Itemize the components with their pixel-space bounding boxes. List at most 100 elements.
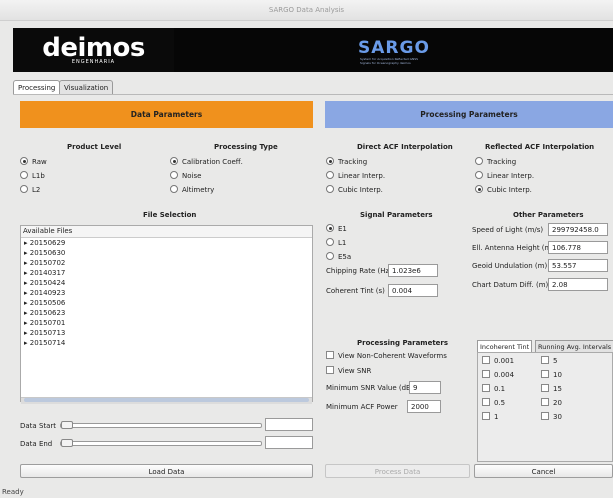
checkbox-icon bbox=[541, 398, 549, 406]
checkbox-icon bbox=[482, 412, 490, 420]
view-snr-checkbox[interactable]: View SNR bbox=[326, 366, 371, 375]
radio-l1[interactable]: L1 bbox=[326, 238, 346, 247]
antenna-height-field[interactable]: 106.778 bbox=[548, 241, 608, 254]
min-snr-field[interactable]: 9 bbox=[409, 381, 441, 394]
running-avg-checkbox[interactable]: 10 bbox=[541, 370, 562, 379]
radio-selected-icon bbox=[326, 157, 334, 165]
radio-selected-icon bbox=[326, 224, 334, 232]
checkbox-icon bbox=[482, 398, 490, 406]
list-item[interactable]: ▸ 20150630 bbox=[21, 248, 312, 258]
checkbox-icon bbox=[326, 366, 334, 374]
radio-icon bbox=[475, 157, 483, 165]
data-parameters-header: Data Parameters bbox=[20, 101, 313, 128]
list-item[interactable]: ▸ 20150506 bbox=[21, 298, 312, 308]
radio-calibration-coeff[interactable]: Calibration Coeff. bbox=[170, 157, 243, 166]
reflected-acf-title: Reflected ACF Interpolation bbox=[485, 143, 595, 151]
sargo-logo: SARGO bbox=[358, 38, 430, 58]
cancel-button[interactable]: Cancel bbox=[474, 464, 613, 478]
other-parameters-title: Other Parameters bbox=[513, 211, 584, 219]
incoherent-tint-checkbox[interactable]: 0.5 bbox=[482, 398, 505, 407]
radio-selected-icon bbox=[475, 185, 483, 193]
checkbox-icon bbox=[541, 356, 549, 364]
tab-processing[interactable]: Processing bbox=[13, 80, 61, 95]
chart-datum-label: Chart Datum Diff. (m) bbox=[472, 281, 549, 289]
radio-l2[interactable]: L2 bbox=[20, 185, 40, 194]
running-avg-checkbox[interactable]: 30 bbox=[541, 412, 562, 421]
scrollbar-thumb[interactable] bbox=[24, 398, 309, 402]
data-start-slider-handle[interactable] bbox=[61, 421, 73, 429]
load-data-button[interactable]: Load Data bbox=[20, 464, 313, 478]
incoherent-tint-checkbox[interactable]: 0.1 bbox=[482, 384, 505, 393]
deimos-logo-banner: deimos ENGENHARIA bbox=[13, 28, 174, 72]
incoherent-tint-checkbox[interactable]: 0.004 bbox=[482, 370, 514, 379]
window-title-bar: SARGO Data Analysis bbox=[0, 0, 613, 21]
min-snr-label: Minimum SNR Value (dB) bbox=[326, 384, 414, 392]
radio-icon bbox=[20, 171, 28, 179]
running-avg-checkbox[interactable]: 15 bbox=[541, 384, 562, 393]
running-avg-checkbox[interactable]: 20 bbox=[541, 398, 562, 407]
radio-icon bbox=[326, 252, 334, 260]
radio-reflected-tracking[interactable]: Tracking bbox=[475, 157, 516, 166]
data-start-label: Data Start bbox=[20, 422, 57, 430]
list-item[interactable]: ▸ 20140317 bbox=[21, 268, 312, 278]
signal-parameters-title: Signal Parameters bbox=[360, 211, 433, 219]
incoherent-tint-checkbox[interactable]: 1 bbox=[482, 412, 498, 421]
radio-selected-icon bbox=[20, 157, 28, 165]
running-avg-checkbox[interactable]: 5 bbox=[541, 356, 557, 365]
data-start-slider[interactable] bbox=[60, 423, 262, 428]
min-acf-field[interactable]: 2000 bbox=[407, 400, 441, 413]
process-data-button[interactable]: Process Data bbox=[325, 464, 470, 478]
radio-reflected-linear[interactable]: Linear Interp. bbox=[475, 171, 534, 180]
checkbox-icon bbox=[541, 412, 549, 420]
tab-visualization[interactable]: Visualization bbox=[59, 80, 114, 95]
radio-reflected-cubic[interactable]: Cubic Interp. bbox=[475, 185, 532, 194]
radio-icon bbox=[20, 185, 28, 193]
radio-icon bbox=[326, 171, 334, 179]
radio-e1[interactable]: E1 bbox=[326, 224, 347, 233]
radio-l1b[interactable]: L1b bbox=[20, 171, 45, 180]
list-item[interactable]: ▸ 20150702 bbox=[21, 258, 312, 268]
chipping-rate-label: Chipping Rate (Hz) bbox=[326, 267, 392, 275]
data-end-slider-handle[interactable] bbox=[61, 439, 73, 447]
processing-type-title: Processing Type bbox=[214, 143, 278, 151]
checkbox-icon bbox=[482, 384, 490, 392]
incoherent-tint-checkbox[interactable]: 0.001 bbox=[482, 356, 514, 365]
list-item[interactable]: ▸ 20150713 bbox=[21, 328, 312, 338]
coherent-tint-field[interactable]: 0.004 bbox=[388, 284, 438, 297]
geoid-undulation-label: Geoid Undulation (m) bbox=[472, 262, 548, 270]
radio-e5a[interactable]: E5a bbox=[326, 252, 351, 261]
list-item[interactable]: ▸ 20150623 bbox=[21, 308, 312, 318]
list-item[interactable]: ▸ 20140923 bbox=[21, 288, 312, 298]
chart-datum-field[interactable]: 2.08 bbox=[548, 278, 608, 291]
tint-panel bbox=[477, 352, 613, 462]
radio-icon bbox=[475, 171, 483, 179]
list-item[interactable]: ▸ 20150424 bbox=[21, 278, 312, 288]
radio-direct-tracking[interactable]: Tracking bbox=[326, 157, 367, 166]
processing-subparams-title: Processing Parameters bbox=[357, 339, 449, 347]
file-selection-title: File Selection bbox=[143, 211, 197, 219]
min-acf-label: Minimum ACF Power bbox=[326, 403, 398, 411]
radio-icon bbox=[326, 185, 334, 193]
direct-acf-title: Direct ACF Interpolation bbox=[357, 143, 453, 151]
list-item[interactable]: ▸ 20150714 bbox=[21, 338, 312, 348]
list-item[interactable]: ▸ 20150629 bbox=[21, 238, 312, 248]
window-title: SARGO Data Analysis bbox=[268, 6, 345, 14]
file-list[interactable]: Available Files ▸ 20150629 ▸ 20150630 ▸ 20… bbox=[20, 225, 313, 402]
data-end-slider[interactable] bbox=[60, 441, 262, 446]
speed-of-light-field[interactable]: 299792458.0 bbox=[548, 223, 608, 236]
file-list-header: Available Files bbox=[21, 226, 312, 238]
coherent-tint-label: Coherent Tint (s) bbox=[326, 287, 385, 295]
radio-direct-cubic[interactable]: Cubic Interp. bbox=[326, 185, 383, 194]
data-end-field[interactable] bbox=[265, 436, 313, 449]
radio-direct-linear[interactable]: Linear Interp. bbox=[326, 171, 385, 180]
product-level-title: Product Level bbox=[67, 143, 122, 151]
list-item[interactable]: ▸ 20150701 bbox=[21, 318, 312, 328]
radio-altimetry[interactable]: Altimetry bbox=[170, 185, 214, 194]
radio-noise[interactable]: Noise bbox=[170, 171, 201, 180]
radio-raw[interactable]: Raw bbox=[20, 157, 47, 166]
view-noncoherent-checkbox[interactable]: View Non-Coherent Waveforms bbox=[326, 351, 447, 360]
chipping-rate-field[interactable]: 1.023e6 bbox=[388, 264, 438, 277]
geoid-undulation-field[interactable]: 53.557 bbox=[548, 259, 608, 272]
data-start-field[interactable] bbox=[265, 418, 313, 431]
radio-icon bbox=[170, 171, 178, 179]
